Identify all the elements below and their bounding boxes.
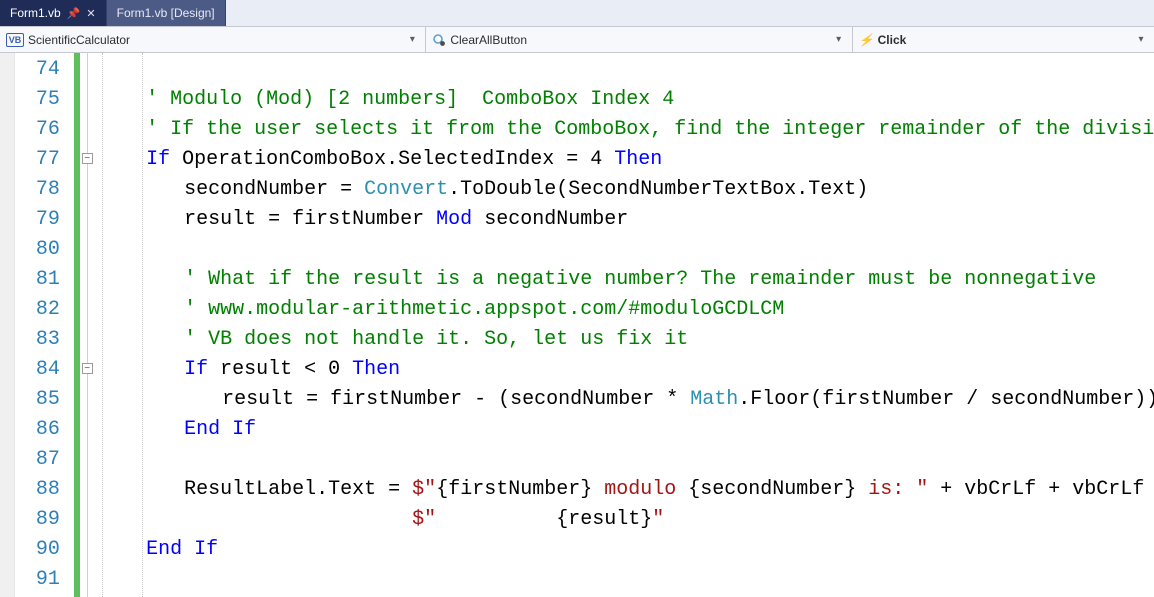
code-line[interactable] bbox=[102, 55, 1154, 85]
vb-project-icon: VB bbox=[6, 33, 24, 47]
code-surface[interactable]: ' Modulo (Mod) [2 numbers] ComboBox Inde… bbox=[98, 53, 1154, 597]
pin-icon[interactable]: 📌 bbox=[67, 7, 81, 20]
nav-event-dropdown[interactable]: ⚡ Click ▾ bbox=[853, 27, 1154, 52]
line-number: 87 bbox=[15, 445, 74, 475]
code-line[interactable] bbox=[102, 235, 1154, 265]
code-line[interactable]: ' www.modular-arithmetic.appspot.com/#mo… bbox=[102, 295, 1154, 325]
line-number: 90 bbox=[15, 535, 74, 565]
code-line[interactable]: End If bbox=[102, 535, 1154, 565]
lightning-icon: ⚡ bbox=[859, 33, 874, 47]
code-navigation-bar: VB ScientificCalculator ▾ ClearAllButton… bbox=[0, 27, 1154, 53]
nav-project-dropdown[interactable]: VB ScientificCalculator ▾ bbox=[0, 27, 426, 52]
tab-label: Form1.vb [Design] bbox=[117, 6, 215, 20]
line-number: 81 bbox=[15, 265, 74, 295]
breakpoint-margin[interactable] bbox=[0, 53, 15, 597]
outline-collapse-toggle[interactable]: − bbox=[82, 363, 93, 374]
document-tab-strip: Form1.vb 📌 ✕ Form1.vb [Design] bbox=[0, 0, 1154, 27]
line-number: 88 bbox=[15, 475, 74, 505]
code-line[interactable]: $" {result}" bbox=[102, 505, 1154, 535]
close-icon[interactable]: ✕ bbox=[86, 7, 95, 20]
indent-guide bbox=[142, 53, 143, 597]
nav-member-dropdown[interactable]: ClearAllButton ▾ bbox=[426, 27, 852, 52]
code-line[interactable]: If result < 0 Then bbox=[102, 355, 1154, 385]
outline-collapse-toggle[interactable]: − bbox=[82, 153, 93, 164]
code-line[interactable]: ' If the user selects it from the ComboB… bbox=[102, 115, 1154, 145]
line-number: 78 bbox=[15, 175, 74, 205]
nav-event-label: Click bbox=[878, 33, 1130, 47]
field-icon bbox=[432, 33, 446, 47]
code-line[interactable]: If OperationComboBox.SelectedIndex = 4 T… bbox=[102, 145, 1154, 175]
line-number: 77 bbox=[15, 145, 74, 175]
tab-form1-vb[interactable]: Form1.vb 📌 ✕ bbox=[0, 0, 107, 26]
chevron-down-icon: ▾ bbox=[832, 34, 846, 45]
chevron-down-icon: ▾ bbox=[405, 34, 419, 45]
line-number: 91 bbox=[15, 565, 74, 595]
line-number: 85 bbox=[15, 385, 74, 415]
nav-member-label: ClearAllButton bbox=[450, 33, 827, 47]
line-number: 82 bbox=[15, 295, 74, 325]
outlining-guide-line bbox=[87, 53, 88, 597]
code-line[interactable]: secondNumber = Convert.ToDouble(SecondNu… bbox=[102, 175, 1154, 205]
outlining-margin[interactable]: −− bbox=[80, 53, 98, 597]
line-number: 75 bbox=[15, 85, 74, 115]
indent-guide bbox=[102, 53, 103, 597]
tab-form1-design[interactable]: Form1.vb [Design] bbox=[107, 0, 226, 26]
tab-label: Form1.vb bbox=[10, 6, 61, 20]
code-line[interactable]: ' What if the result is a negative numbe… bbox=[102, 265, 1154, 295]
line-number: 79 bbox=[15, 205, 74, 235]
code-line[interactable] bbox=[102, 565, 1154, 595]
line-number-gutter: 747576777879808182838485868788899091 bbox=[15, 53, 74, 597]
code-line[interactable]: ' Modulo (Mod) [2 numbers] ComboBox Inde… bbox=[102, 85, 1154, 115]
line-number: 84 bbox=[15, 355, 74, 385]
code-editor[interactable]: 747576777879808182838485868788899091 −− … bbox=[0, 53, 1154, 597]
chevron-down-icon: ▾ bbox=[1134, 34, 1148, 45]
line-number: 74 bbox=[15, 55, 74, 85]
line-number: 86 bbox=[15, 415, 74, 445]
line-number: 76 bbox=[15, 115, 74, 145]
line-number: 80 bbox=[15, 235, 74, 265]
code-line[interactable]: End If bbox=[102, 415, 1154, 445]
code-line[interactable]: result = firstNumber Mod secondNumber bbox=[102, 205, 1154, 235]
line-number: 83 bbox=[15, 325, 74, 355]
code-line[interactable]: ' VB does not handle it. So, let us fix … bbox=[102, 325, 1154, 355]
code-line[interactable] bbox=[102, 445, 1154, 475]
code-line[interactable]: result = firstNumber - (secondNumber * M… bbox=[102, 385, 1154, 415]
nav-project-label: ScientificCalculator bbox=[28, 33, 401, 47]
line-number: 89 bbox=[15, 505, 74, 535]
code-line[interactable]: ResultLabel.Text = $"{firstNumber} modul… bbox=[102, 475, 1154, 505]
